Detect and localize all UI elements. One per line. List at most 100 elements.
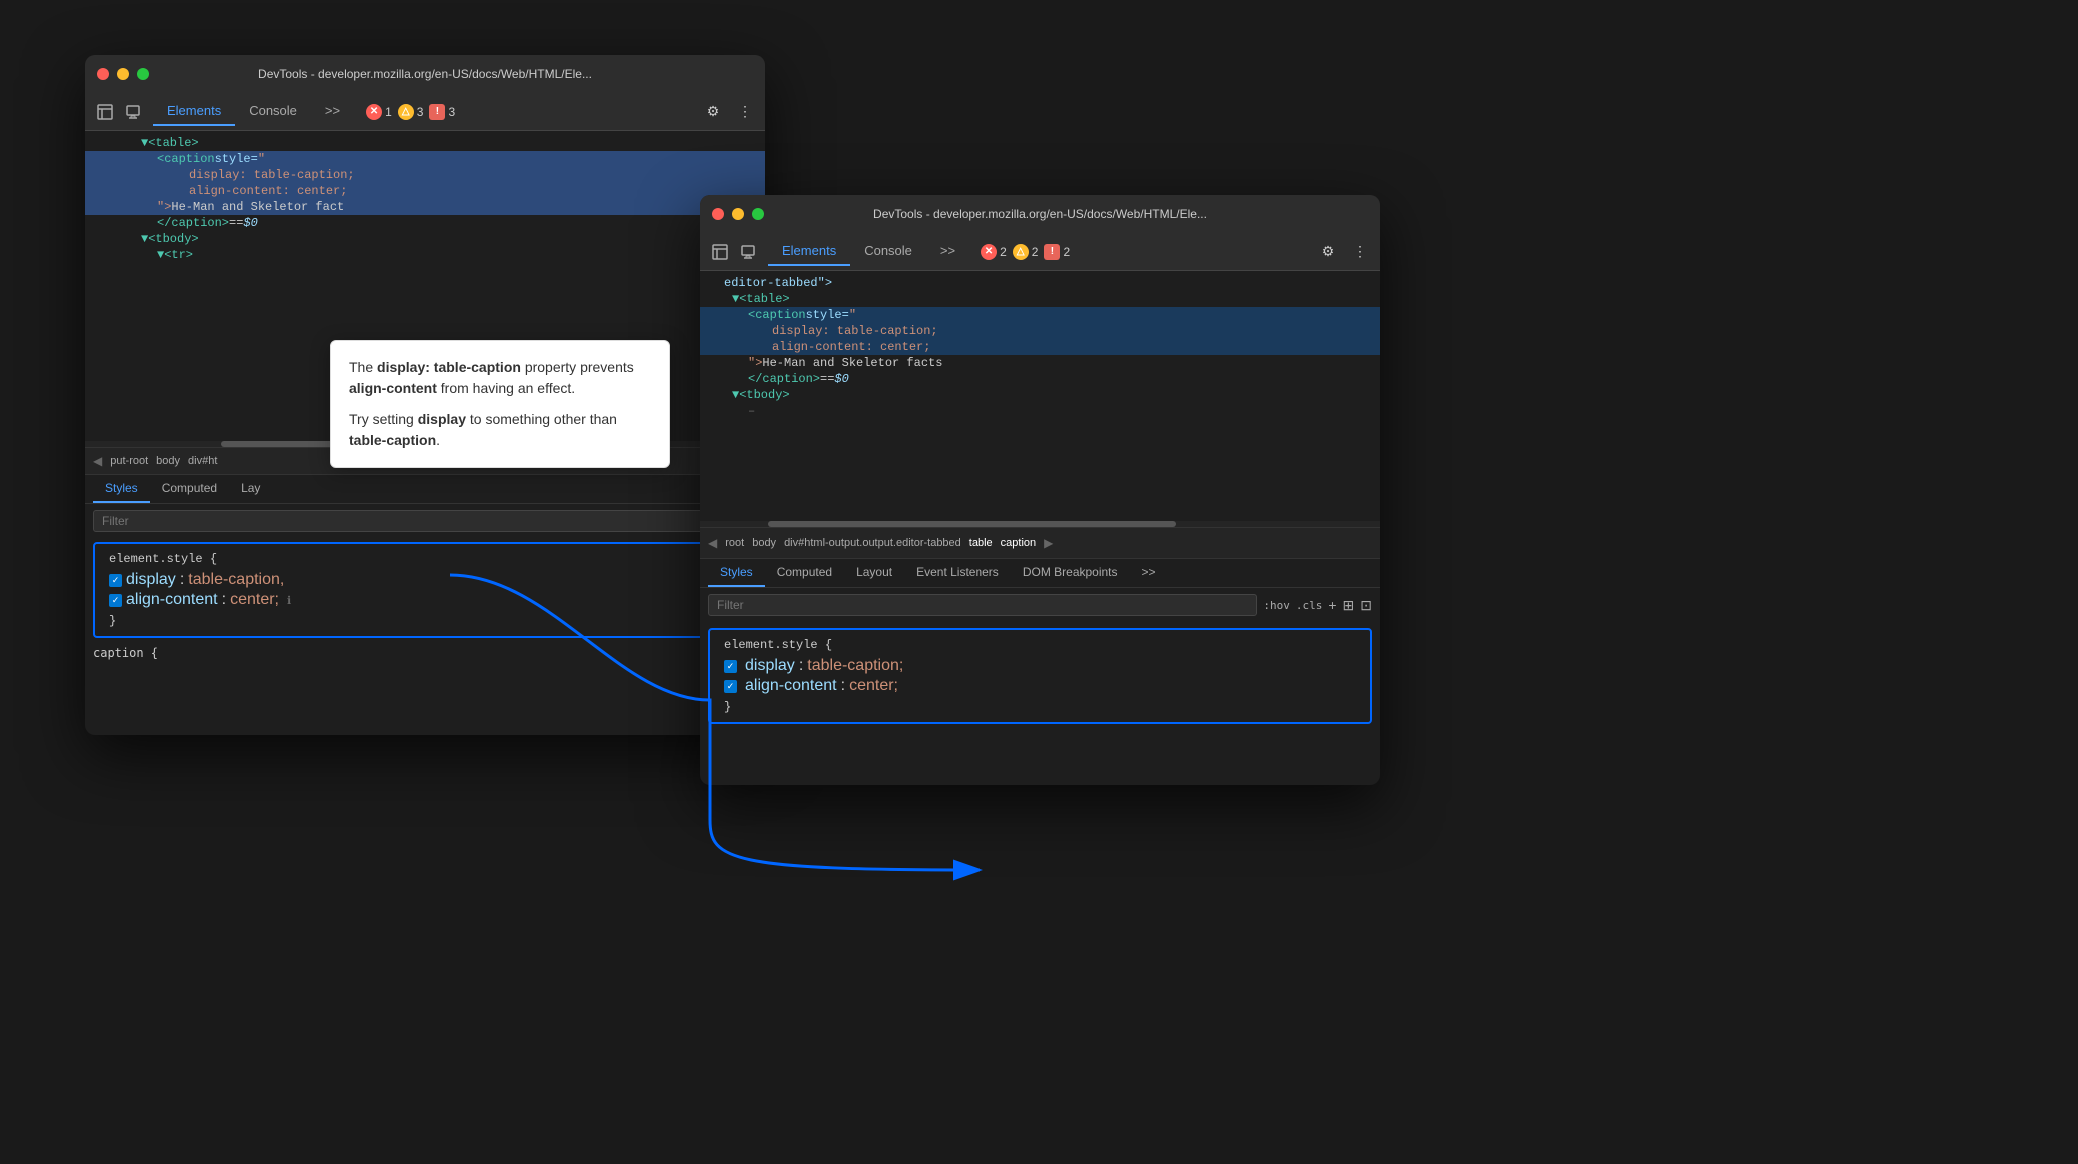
html-line2-text: "> He-Man and Skeletor facts [700,355,1380,371]
tab-elements-1[interactable]: Elements [153,97,235,126]
device-icon[interactable] [121,100,145,124]
breadcrumb-item-body[interactable]: body [152,453,184,469]
gear-icon-2[interactable]: ⚙ [1316,240,1340,264]
checkbox-display-2[interactable] [724,660,737,673]
breadcrumb-table-2[interactable]: table [965,535,997,551]
filter-input-2[interactable] [708,594,1257,616]
css-rule-selector-2: element.style { [716,634,1364,656]
html-line-align: align-content: center; [85,183,765,199]
breadcrumb-body-2[interactable]: body [748,535,780,551]
panel-tab-styles-2[interactable]: Styles [708,559,765,587]
tab-more-1[interactable]: >> [311,97,354,126]
warning-badge-2: △ 2 [1013,244,1039,260]
css-prop-display-2: display : table-caption; [716,656,1364,676]
breadcrumb-item-div[interactable]: div#ht [184,453,221,469]
inspector-icon[interactable] [93,100,117,124]
exp-p1-bold2: align-content [349,380,437,396]
css-rule-selector-1: element.style { [101,548,749,570]
warning-icon-1: △ [398,104,414,120]
maximize-button-1[interactable] [137,68,149,80]
filter-cls[interactable]: .cls [1296,599,1323,612]
maximize-button-2[interactable] [752,208,764,220]
breadcrumb-div-2[interactable]: div#html-output.output.editor-tabbed [780,535,965,551]
filter-bar-2: :hov .cls + ⊞ ⊡ [700,588,1380,622]
panel-tab-dom-2[interactable]: DOM Breakpoints [1011,559,1130,587]
html-line-display: display: table-caption; [85,167,765,183]
breadcrumb-forward-2[interactable]: ▶ [1044,536,1053,550]
badges-2: ✕ 2 △ 2 ! 2 [981,244,1070,260]
more-icon-2[interactable]: ⋮ [1348,240,1372,264]
filter-box[interactable]: ⊡ [1360,597,1372,614]
error-icon-2: ✕ [981,244,997,260]
tab-list-1: Elements Console >> [153,97,354,126]
breadcrumb-back-2[interactable]: ◀ [708,536,717,550]
scrollbar-2[interactable] [700,521,1380,527]
info-count-2: 2 [1063,245,1070,259]
filter-hov[interactable]: :hov [1263,599,1290,612]
panel-tab-more-2[interactable]: >> [1130,559,1168,587]
filter-grid[interactable]: ⊞ [1343,597,1355,614]
panel-tab-layout-1[interactable]: Lay [229,475,272,503]
html-line-table: ▼<table> [85,135,765,151]
info-count-1: 3 [448,105,455,119]
panel-tab-styles-1[interactable]: Styles [93,475,150,503]
html-line2-caption-close: </caption> == $0 [700,371,1380,387]
device-icon-2[interactable] [736,240,760,264]
window-title-2: DevTools - developer.mozilla.org/en-US/d… [873,207,1207,221]
inspector-icon-2[interactable] [708,240,732,264]
breadcrumb-back-1[interactable]: ◀ [93,454,102,468]
warning-count-2: 2 [1032,245,1039,259]
explanation-p2: Try setting display to something other t… [349,409,651,451]
toolbar-right-1: ⚙ ⋮ [701,100,757,124]
panel-tab-event-2[interactable]: Event Listeners [904,559,1011,587]
breadcrumb-root-2[interactable]: root [721,535,748,551]
devtools-window-2: DevTools - developer.mozilla.org/en-US/d… [700,195,1380,785]
exp-p2-bold2: table-caption [349,432,436,448]
breadcrumb-caption-2[interactable]: caption [997,535,1040,551]
breadcrumb-item-putroot[interactable]: put-root [106,453,152,469]
close-button-1[interactable] [97,68,109,80]
error-icon-1: ✕ [366,104,382,120]
bottom-panel-1: Styles Computed Lay element.style { disp… [85,475,765,665]
exp-p1-post: property prevents [521,359,634,375]
filter-input-1[interactable] [93,510,757,532]
checkbox-align-1[interactable] [109,594,122,607]
checkbox-align-2[interactable] [724,680,737,693]
scrollbar-thumb-2[interactable] [768,521,1176,527]
tab-elements-2[interactable]: Elements [768,237,850,266]
toolbar-2: Elements Console >> ✕ 2 △ 2 ! 2 ⚙ ⋮ [700,233,1380,271]
gear-icon-1[interactable]: ⚙ [701,100,725,124]
html-line2-tbody: ▼<tbody> [700,387,1380,403]
panel-tab-computed-2[interactable]: Computed [765,559,844,587]
window-title-1: DevTools - developer.mozilla.org/en-US/d… [258,67,592,81]
panel-tab-layout-2[interactable]: Layout [844,559,904,587]
css-prop-align-2: align-content : center; [716,676,1364,696]
more-icon-1[interactable]: ⋮ [733,100,757,124]
error-badge-2: ✕ 2 [981,244,1007,260]
minimize-button-2[interactable] [732,208,744,220]
css-prop-display-1: display : table-caption, [101,570,749,590]
tab-more-2[interactable]: >> [926,237,969,266]
close-button-2[interactable] [712,208,724,220]
titlebar-2: DevTools - developer.mozilla.org/en-US/d… [700,195,1380,233]
minimize-button-1[interactable] [117,68,129,80]
titlebar-1: DevTools - developer.mozilla.org/en-US/d… [85,55,765,93]
filter-add[interactable]: + [1328,597,1336,613]
info-badge-2: ! 2 [1044,244,1070,260]
error-count-1: 1 [385,105,392,119]
toolbar-1: Elements Console >> ✕ 1 △ 3 ! 3 ⚙ ⋮ [85,93,765,131]
html-line2-table: ▼<table> [700,291,1380,307]
tab-list-2: Elements Console >> [768,237,969,266]
tab-console-1[interactable]: Console [235,97,311,126]
html-line2-dash: – [700,403,1380,419]
breadcrumb-2: ◀ root body div#html-output.output.edito… [700,527,1380,559]
bottom-panel-2: Styles Computed Layout Event Listeners D… [700,559,1380,730]
html-line-text: "> He-Man and Skeletor fact [85,199,765,215]
tab-console-2[interactable]: Console [850,237,926,266]
exp-p2-pre: Try setting [349,411,418,427]
html-line2-align: align-content: center; [700,339,1380,355]
exp-p2-end: . [436,432,440,448]
badges-1: ✕ 1 △ 3 ! 3 [366,104,455,120]
checkbox-display-1[interactable] [109,574,122,587]
panel-tab-computed-1[interactable]: Computed [150,475,229,503]
